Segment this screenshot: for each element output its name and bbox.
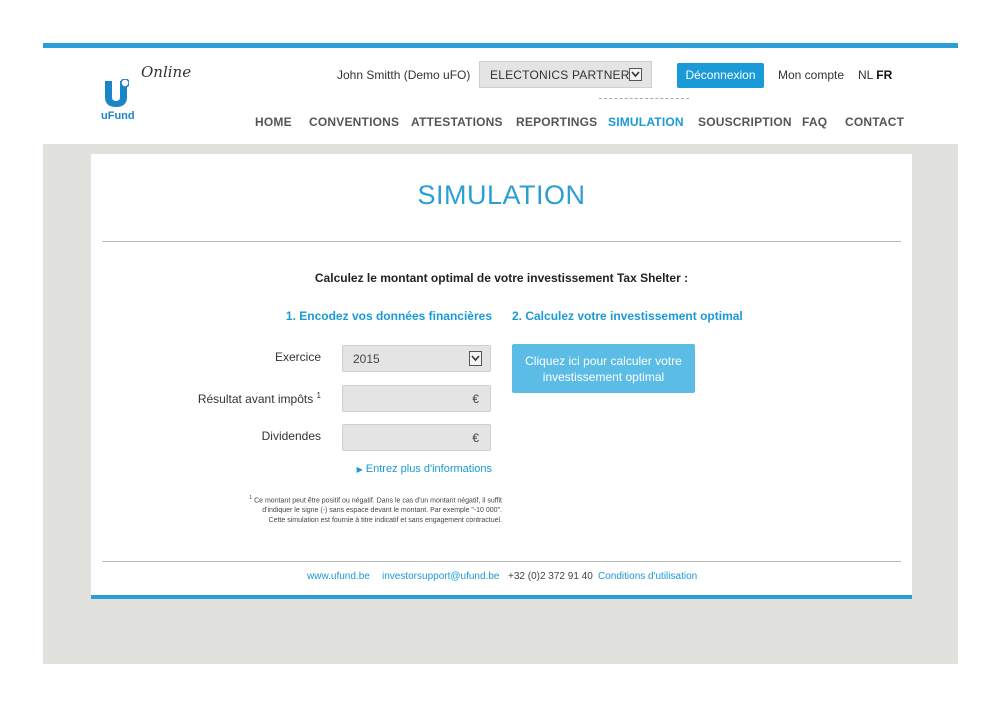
nav-simulation[interactable]: SIMULATION: [608, 115, 684, 129]
logout-button[interactable]: Déconnexion: [677, 63, 764, 88]
partner-underline: [599, 98, 689, 99]
lang-fr-link[interactable]: FR: [876, 68, 892, 82]
simulation-card: SIMULATION Calculez le montant optimal d…: [91, 154, 912, 598]
partner-select[interactable]: ELECTONICS PARTNER: [479, 61, 652, 88]
dividendes-label: Dividendes: [261, 429, 321, 443]
footer-website-link[interactable]: www.ufund.be: [307, 571, 370, 582]
exercice-select[interactable]: 2015: [342, 345, 491, 372]
user-name: John Smitth (Demo uFO): [337, 68, 471, 82]
step1-heading: 1. Encodez vos données financières: [285, 309, 492, 323]
nav-reportings[interactable]: REPORTINGS: [516, 115, 597, 129]
dividendes-input[interactable]: €: [342, 424, 491, 451]
exercice-value: 2015: [353, 352, 380, 366]
resultat-footnote-mark: 1: [316, 391, 321, 400]
more-info-text: Entrez plus d'informations: [365, 463, 492, 475]
footer-divider: [102, 561, 901, 562]
nav-faq[interactable]: FAQ: [802, 115, 827, 129]
resultat-label: Résultat avant impôts 1: [198, 391, 321, 406]
footer-email-link[interactable]: investorsupport@ufund.be: [382, 571, 499, 582]
header: Online uFund John Smitth (Demo uFO) ELEC…: [43, 48, 958, 144]
card-bottom-bar: [91, 595, 912, 599]
exercice-label: Exercice: [274, 350, 321, 364]
footer-terms-link[interactable]: Conditions d'utilisation: [598, 571, 697, 582]
partner-select-value: ELECTONICS PARTNER: [490, 68, 630, 82]
language-switch: NL FR: [858, 68, 892, 82]
nav-home[interactable]: HOME: [255, 115, 292, 129]
account-link[interactable]: Mon compte: [778, 68, 844, 82]
logo-brand-text: uFund: [101, 110, 135, 122]
dividendes-currency: €: [472, 431, 479, 445]
resultat-input[interactable]: €: [342, 385, 491, 412]
lang-nl-link[interactable]: NL: [858, 68, 873, 82]
page-frame: Online uFund John Smitth (Demo uFO) ELEC…: [43, 43, 958, 664]
nav-conventions[interactable]: CONVENTIONS: [309, 115, 399, 129]
caret-right-icon: ▶: [356, 465, 363, 474]
nav-contact[interactable]: CONTACT: [845, 115, 904, 129]
step2-heading: 2. Calculez votre investissement optimal: [512, 309, 743, 323]
page-title: SIMULATION: [417, 180, 586, 210]
calculate-button[interactable]: Cliquez ici pour calculer votre investis…: [512, 344, 695, 393]
simulation-headline: Calculez le montant optimal de votre inv…: [314, 271, 689, 285]
logo-online-text: Online: [141, 63, 192, 81]
chevron-down-icon: [629, 68, 642, 81]
nav-souscription[interactable]: SOUSCRIPTION: [698, 115, 792, 129]
footnote: 1 Ce montant peut être positif ou négati…: [202, 493, 502, 526]
footer-phone: +32 (0)2 372 91 40: [508, 571, 593, 582]
resultat-label-text: Résultat avant impôts: [197, 392, 314, 406]
chevron-down-icon: [469, 351, 482, 366]
footnote-line3: Cette simulation est fournie à titre ind…: [268, 517, 502, 525]
ufund-logo[interactable]: Online uFund: [101, 63, 191, 133]
nav-attestations[interactable]: ATTESTATIONS: [411, 115, 503, 129]
more-info-link[interactable]: ▶ Entrez plus d'informations: [357, 463, 492, 475]
logo-u-icon: [105, 79, 129, 107]
title-divider: [102, 241, 901, 242]
footnote-mark: 1: [249, 495, 253, 501]
footnote-line1: Ce montant peut être positif ou négatif.…: [254, 497, 502, 505]
footnote-line2: d'indiquer le signe (-) sans espace deva…: [262, 507, 502, 515]
resultat-currency: €: [472, 392, 479, 406]
